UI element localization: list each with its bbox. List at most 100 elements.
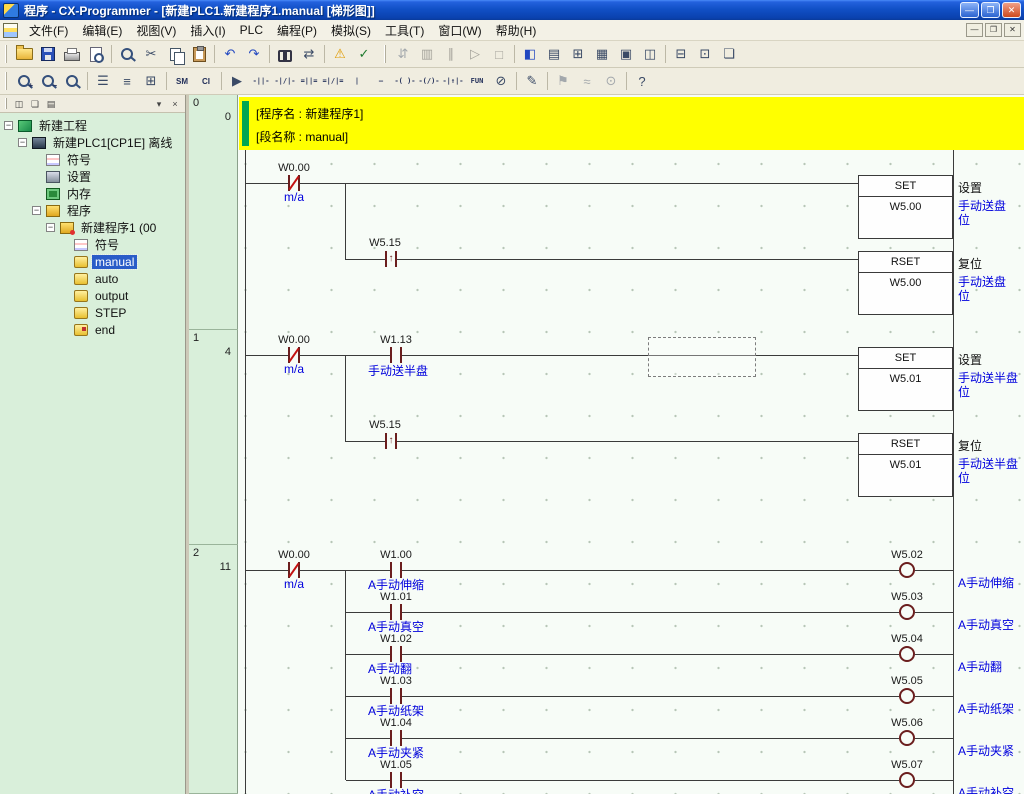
menu-plc[interactable]: PLC (233, 20, 270, 40)
tree-item-program1[interactable]: −新建程序1 (00 (0, 219, 185, 236)
output-coil[interactable] (899, 688, 915, 704)
mdi-restore-button[interactable]: ❐ (985, 23, 1002, 37)
io-comment-button[interactable]: CI (194, 70, 218, 92)
rising-contact-button[interactable]: -|↑|- (441, 70, 465, 92)
tree-item-program1-symbols[interactable]: 符号 (0, 236, 185, 253)
save-project-button[interactable] (36, 43, 60, 65)
new-contact-button[interactable]: -||- (249, 70, 273, 92)
grid-toggle-button[interactable]: ⊞ (139, 70, 163, 92)
edit-comment-button[interactable]: ✎ (520, 70, 544, 92)
data-trace-button[interactable]: ≈ (575, 70, 599, 92)
tree-item-section-output[interactable]: output (0, 287, 185, 304)
tree-item-section-manual[interactable]: manual (0, 253, 185, 270)
ladder-cursor-cell[interactable] (648, 337, 756, 377)
tree-item-settings[interactable]: 设置 (0, 168, 185, 185)
mdi-minimize-button[interactable]: — (966, 23, 983, 37)
rung2-margin-cell[interactable]: 2 11 (189, 545, 238, 794)
run-mode-button[interactable]: ▷ (463, 43, 487, 65)
expand-toggle[interactable]: − (46, 223, 55, 232)
menu-simulation[interactable]: 模拟(S) (324, 19, 378, 42)
ladder-view-button[interactable]: ◧ (518, 43, 542, 65)
output-coil[interactable] (899, 646, 915, 662)
pause-monitor-button[interactable]: ∥ (439, 43, 463, 65)
differential-trace-button[interactable]: ⚑ (551, 70, 575, 92)
replace-button[interactable]: ⇄ (297, 43, 321, 65)
nc-contact[interactable] (288, 347, 300, 363)
stop-mode-button[interactable]: □ (487, 43, 511, 65)
invert-instruction-button[interactable]: ⊘ (489, 70, 513, 92)
watch-window-button[interactable]: ⊡ (693, 43, 717, 65)
menu-file[interactable]: 文件(F) (22, 19, 75, 42)
output-coil[interactable] (899, 604, 915, 620)
rung1-margin-cell[interactable]: 1 4 (189, 330, 238, 545)
zoom-fit-button[interactable] (60, 70, 84, 92)
workspace-views-button[interactable]: ▤ (43, 97, 59, 111)
nc-contact[interactable] (288, 175, 300, 191)
expand-toggle[interactable]: − (32, 206, 41, 215)
show-comments-button[interactable]: ☰ (91, 70, 115, 92)
vertical-line-button[interactable]: | (345, 70, 369, 92)
horizontal-line-button[interactable]: — (369, 70, 393, 92)
menu-help[interactable]: 帮助(H) (489, 19, 544, 42)
set-instruction-block[interactable]: SET W5.00 (858, 175, 953, 239)
undo-button[interactable]: ↶ (218, 43, 242, 65)
paste-button[interactable] (187, 43, 211, 65)
new-or-contact-button[interactable]: =||= (297, 70, 321, 92)
menu-program[interactable]: 编程(P) (270, 19, 324, 42)
redo-button[interactable]: ↷ (242, 43, 266, 65)
mnemonic-view-button[interactable]: ▤ (542, 43, 566, 65)
zoom-out-button[interactable]: − (36, 70, 60, 92)
rising-edge-contact[interactable]: ↑ (385, 251, 397, 267)
rung0-margin-cell[interactable]: 0 0 (189, 95, 238, 330)
menu-window[interactable]: 窗口(W) (431, 19, 488, 42)
workspace-dock-button[interactable]: ◫ (11, 97, 27, 111)
cut-button[interactable]: ✂ (139, 43, 163, 65)
rset-instruction-block[interactable]: RSET W5.00 (858, 251, 953, 315)
time-chart-button[interactable]: ⊙ (599, 70, 623, 92)
plc-settings-button[interactable]: ▣ (614, 43, 638, 65)
menu-tools[interactable]: 工具(T) (378, 19, 431, 42)
minimize-button[interactable]: — (960, 2, 979, 18)
compile-button[interactable]: ⚠ (328, 43, 352, 65)
menu-insert[interactable]: 插入(I) (183, 19, 232, 42)
workspace-grip[interactable] (5, 98, 8, 109)
menu-view[interactable]: 视图(V) (129, 19, 183, 42)
no-contact[interactable] (390, 347, 402, 363)
restore-button[interactable]: ❐ (981, 2, 1000, 18)
tree-item-project-root[interactable]: −新建工程 (0, 117, 185, 134)
print-preview-button[interactable] (84, 43, 108, 65)
tree-item-symbols[interactable]: 符号 (0, 151, 185, 168)
tree-item-memory[interactable]: 内存 (0, 185, 185, 202)
tree-item-section-auto[interactable]: auto (0, 270, 185, 287)
cross-reference-button[interactable]: ⊟ (669, 43, 693, 65)
print-button[interactable] (60, 43, 84, 65)
io-table-button[interactable]: ▦ (590, 43, 614, 65)
tree-item-section-end[interactable]: end (0, 321, 185, 338)
close-button[interactable]: ✕ (1002, 2, 1021, 18)
menu-edit[interactable]: 编辑(E) (75, 19, 129, 42)
new-function-button[interactable]: FUN (465, 70, 489, 92)
help-button[interactable]: ? (630, 70, 654, 92)
select-tool-button[interactable]: ▶ (225, 70, 249, 92)
zoom-in-button[interactable]: + (12, 70, 36, 92)
new-or-closed-contact-button[interactable]: =|/|= (321, 70, 345, 92)
expand-toggle[interactable]: − (4, 121, 13, 130)
workspace-menu-button[interactable]: ▾ (151, 97, 167, 111)
rising-edge-contact[interactable]: ↑ (385, 433, 397, 449)
show-mnemonics-button[interactable]: SM (170, 70, 194, 92)
monitor-mode-button[interactable]: ▥ (415, 43, 439, 65)
memory-view-button[interactable]: ◫ (638, 43, 662, 65)
output-coil[interactable] (899, 730, 915, 746)
properties-button[interactable]: ❏ (717, 43, 741, 65)
show-annotations-button[interactable]: ≡ (115, 70, 139, 92)
new-closed-coil-button[interactable]: -(/)- (417, 70, 441, 92)
rset-instruction-block[interactable]: RSET W5.01 (858, 433, 953, 497)
tree-item-plc[interactable]: −新建PLC1[CP1E] 离线 (0, 134, 185, 151)
workspace-float-button[interactable]: ❏ (27, 97, 43, 111)
work-online-button[interactable]: ⇵ (391, 43, 415, 65)
expand-toggle[interactable]: − (18, 138, 27, 147)
open-project-button[interactable] (12, 43, 36, 65)
new-coil-button[interactable]: -( )- (393, 70, 417, 92)
workspace-close-button[interactable]: × (167, 97, 183, 111)
new-closed-contact-button[interactable]: -|/|- (273, 70, 297, 92)
